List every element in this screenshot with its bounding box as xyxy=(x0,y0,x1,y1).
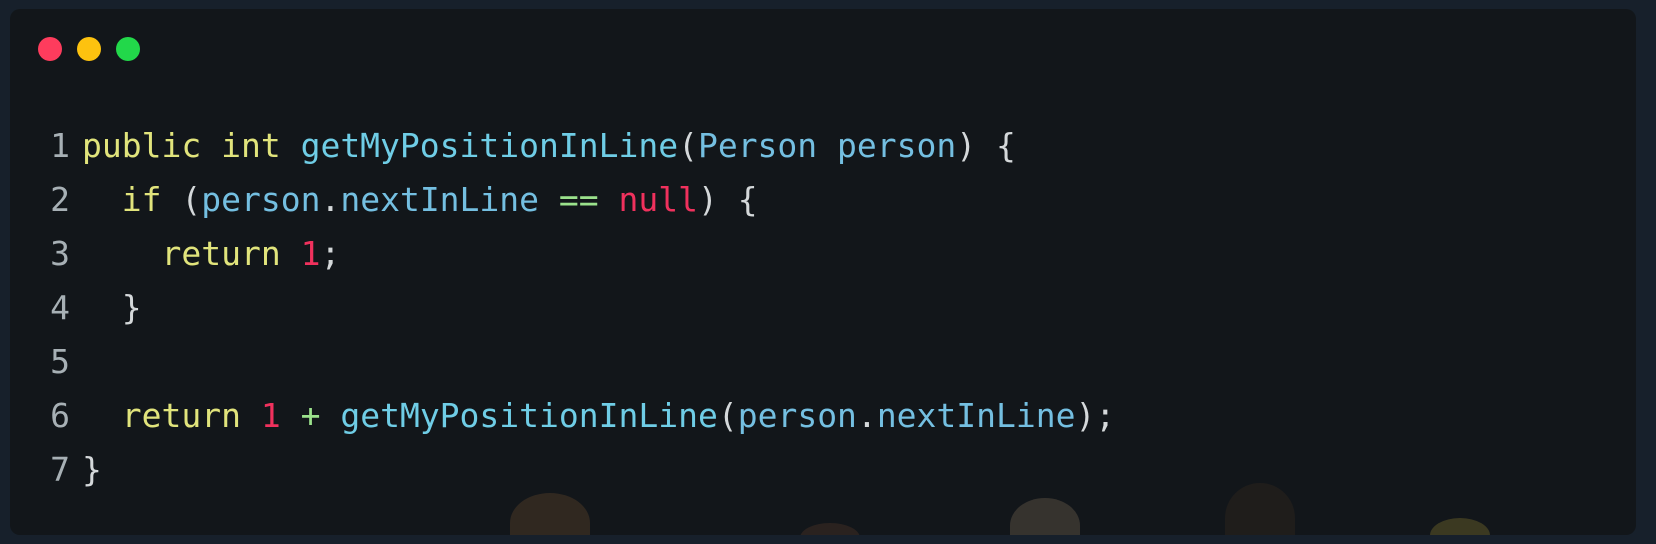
code-token: { xyxy=(976,126,1016,165)
code-token: person xyxy=(201,180,321,219)
code-token: 1 xyxy=(260,396,281,435)
code-text: } xyxy=(82,281,142,335)
code-text: if (person.nextInLine == null) { xyxy=(82,173,758,227)
line-number: 7 xyxy=(50,450,70,489)
code-line: 6 return 1 + getMyPositionInLine(person.… xyxy=(10,389,1115,443)
code-token: { xyxy=(717,180,758,219)
close-dot-icon[interactable] xyxy=(38,37,62,61)
code-block: 1 public int getMyPositionInLine(Person p… xyxy=(10,119,1115,497)
code-token: person xyxy=(837,126,957,165)
code-window: 1 public int getMyPositionInLine(Person p… xyxy=(10,9,1636,535)
line-number: 1 xyxy=(50,126,70,165)
maximize-dot-icon[interactable] xyxy=(116,37,140,61)
code-text: return 1; xyxy=(82,227,340,281)
code-text: } xyxy=(82,443,102,497)
code-text: public int getMyPositionInLine(Person pe… xyxy=(82,119,1016,173)
code-token: person xyxy=(737,396,857,435)
code-line: 5 xyxy=(10,335,1115,389)
code-token: nextInLine xyxy=(876,396,1076,435)
code-token: } xyxy=(82,450,102,489)
code-token: getMyPositionInLine xyxy=(340,396,718,435)
code-line: 3 return 1; xyxy=(10,227,1115,281)
minimize-dot-icon[interactable] xyxy=(77,37,101,61)
code-token: public xyxy=(82,126,202,165)
code-token: + xyxy=(300,396,321,435)
code-token: nextInLine xyxy=(340,180,540,219)
code-token: ) xyxy=(956,126,977,165)
code-token: } xyxy=(121,288,142,327)
code-token: return xyxy=(161,234,281,273)
code-token: int xyxy=(221,126,281,165)
code-token: return xyxy=(121,396,241,435)
code-token: ) xyxy=(698,180,718,219)
code-token: if xyxy=(121,180,162,219)
code-line: 7} xyxy=(10,443,1115,497)
code-token: ( xyxy=(181,180,202,219)
line-number: 5 xyxy=(50,342,70,381)
code-line: 4 } xyxy=(10,281,1115,335)
code-token: . xyxy=(856,396,877,435)
character-silhouette-icon xyxy=(1010,498,1080,535)
character-silhouette-icon xyxy=(800,523,860,535)
line-number: 4 xyxy=(50,288,70,327)
line-number: 6 xyxy=(50,396,70,435)
code-token: null xyxy=(618,180,699,219)
code-token: == xyxy=(558,180,599,219)
code-token: ( xyxy=(678,126,698,165)
code-token: ) xyxy=(1075,396,1096,435)
code-token: Person xyxy=(697,126,818,165)
code-line: 2 if (person.nextInLine == null) { xyxy=(10,173,1115,227)
code-token: 1 xyxy=(300,234,321,273)
code-line: 1 public int getMyPositionInLine(Person p… xyxy=(10,119,1115,173)
character-silhouette-icon xyxy=(1430,518,1490,535)
line-number: 2 xyxy=(50,180,70,219)
code-token: getMyPositionInLine xyxy=(300,126,679,165)
character-silhouette-icon xyxy=(510,493,590,535)
code-token: ; xyxy=(320,234,341,273)
code-token: ( xyxy=(717,396,738,435)
code-token: . xyxy=(320,180,341,219)
line-number: 3 xyxy=(50,234,70,273)
code-text: return 1 + getMyPositionInLine(person.ne… xyxy=(82,389,1116,443)
character-silhouette-icon xyxy=(1225,483,1295,535)
window-controls xyxy=(38,37,140,61)
code-token: ; xyxy=(1095,396,1116,435)
